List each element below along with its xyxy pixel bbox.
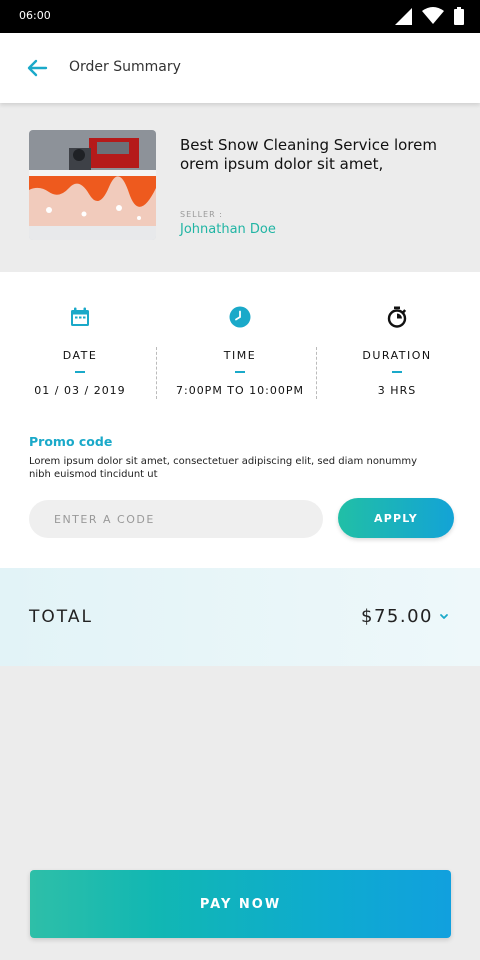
clock-icon — [229, 306, 251, 328]
pay-now-button[interactable]: PAY NOW — [30, 870, 451, 938]
divider — [156, 347, 157, 399]
info-time: TIME 7:00PM TO 10:00PM — [160, 272, 320, 402]
duration-dash — [392, 371, 402, 373]
product-image — [29, 130, 156, 240]
wifi-icon — [422, 7, 444, 24]
duration-value: 3 HRS — [377, 384, 417, 397]
signal-icon — [395, 7, 412, 25]
duration-label: DURATION — [362, 349, 432, 362]
calendar-icon — [71, 307, 89, 326]
info-date: DATE 01 / 03 / 2019 — [0, 272, 160, 402]
promo-code-input[interactable] — [29, 500, 323, 538]
product-summary: Best Snow Cleaning Service lorem orem ip… — [0, 104, 480, 271]
date-label: DATE — [62, 349, 98, 362]
product-title: Best Snow Cleaning Service lorem orem ip… — [180, 136, 437, 173]
arrow-left-icon — [27, 59, 48, 77]
time-dash — [235, 371, 245, 373]
time-value: 7:00PM TO 10:00PM — [175, 384, 305, 397]
page-title: Order Summary — [69, 59, 181, 75]
battery-icon — [454, 7, 464, 25]
chevron-down-icon[interactable] — [438, 610, 450, 622]
back-button[interactable] — [25, 57, 49, 79]
app-bar: Order Summary — [0, 33, 480, 103]
promo-description: Lorem ipsum dolor sit amet, consectetuer… — [29, 456, 418, 480]
seller-name[interactable]: Johnathan Doe — [180, 222, 276, 237]
apply-button[interactable]: APPLY — [338, 498, 454, 538]
date-value: 01 / 03 / 2019 — [34, 384, 126, 397]
total-bar: TOTAL $75.00 — [0, 568, 480, 666]
status-bar: 06:00 — [0, 0, 480, 33]
seller-label: SELLER : — [180, 210, 223, 219]
total-amount: $75.00 — [361, 606, 433, 627]
status-icons — [395, 7, 464, 25]
status-time: 06:00 — [19, 9, 51, 22]
order-details: DATE 01 / 03 / 2019 TIME 7:00PM TO 10:00… — [0, 272, 480, 568]
total-label: TOTAL — [29, 607, 93, 627]
promo-title: Promo code — [29, 434, 113, 449]
date-dash — [75, 371, 85, 373]
stopwatch-icon — [387, 306, 407, 328]
time-label: TIME — [223, 349, 257, 362]
info-duration: DURATION 3 HRS — [317, 272, 477, 402]
